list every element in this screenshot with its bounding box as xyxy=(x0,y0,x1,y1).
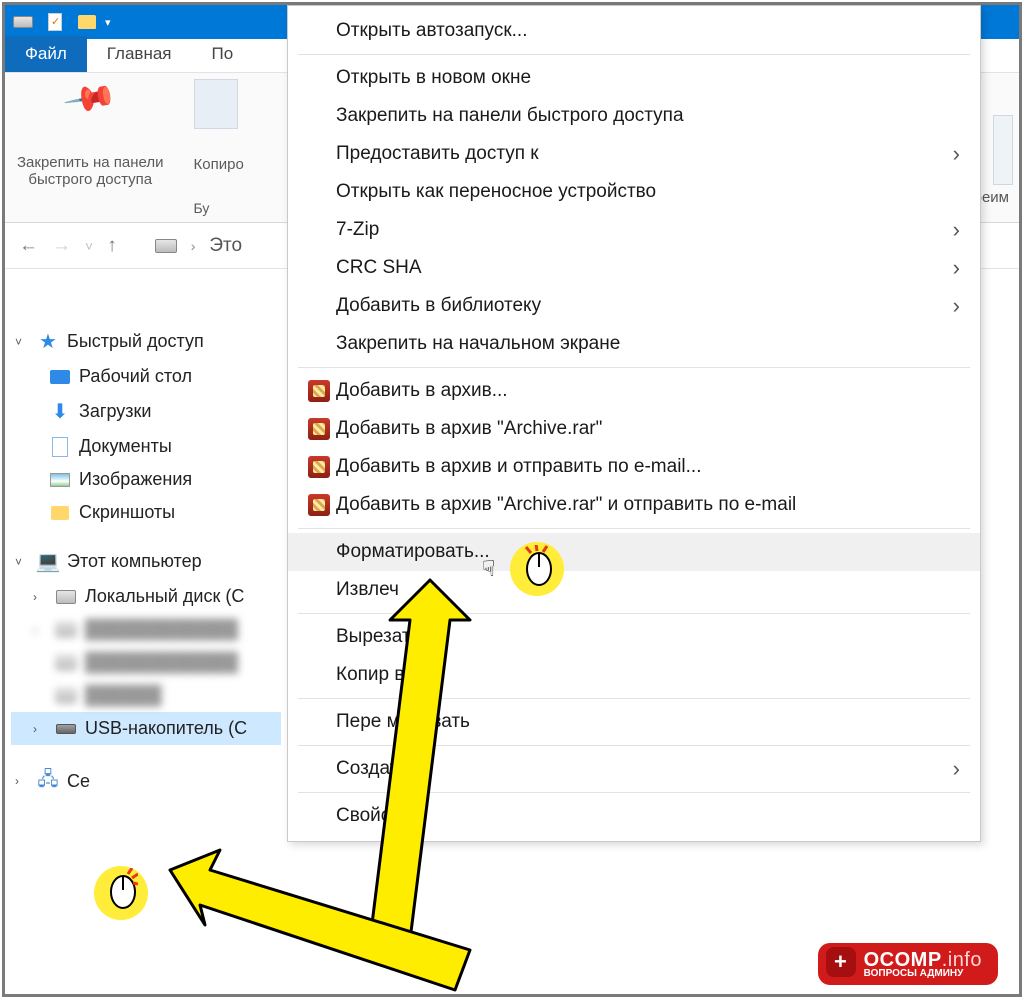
ctx-separator xyxy=(298,54,970,55)
ctx-label: Добавить в архив и отправить по e-mail..… xyxy=(336,456,960,478)
ctx-autorun[interactable]: Открыть автозапуск... xyxy=(288,12,980,50)
nav-back-icon[interactable]: ← xyxy=(19,235,38,257)
breadcrumb-root[interactable]: Это xyxy=(209,235,242,257)
ctx-label: Открыть автозапуск... xyxy=(336,20,960,42)
winrar-icon xyxy=(302,456,336,478)
desktop-icon xyxy=(49,370,71,384)
winrar-icon xyxy=(302,494,336,516)
tree-downloads[interactable]: ⬇ Загрузки xyxy=(11,393,281,430)
nav-history-icon[interactable]: ˅ xyxy=(85,238,93,254)
nav-up-icon[interactable]: ↑ xyxy=(107,235,117,257)
ctx-label: Добавить в архив "Archive.rar" и отправи… xyxy=(336,494,960,516)
tree-pictures[interactable]: Изображения xyxy=(11,463,281,496)
ribbon-pin-label-2: быстрого доступа xyxy=(17,171,164,188)
drive-icon xyxy=(13,13,33,31)
chevron-down-icon[interactable]: ˅ xyxy=(15,335,29,349)
ctx-label: Закрепить на начальном экране xyxy=(336,333,960,355)
ctx-rar-named-email[interactable]: Добавить в архив "Archive.rar" и отправи… xyxy=(288,486,980,524)
document-icon xyxy=(49,437,71,457)
mouse-click-icon xyxy=(524,545,554,587)
tree-label: Быстрый доступ xyxy=(67,331,204,352)
tree-label: Изображения xyxy=(79,469,192,490)
winrar-icon xyxy=(302,418,336,440)
ctx-separator xyxy=(298,367,970,368)
tree-documents[interactable]: Документы xyxy=(11,430,281,463)
mouse-click-icon xyxy=(108,868,138,910)
ctx-label: 7-Zip xyxy=(336,219,953,241)
qat-dropdown-icon[interactable]: ▾ xyxy=(105,16,111,29)
pictures-icon xyxy=(49,473,71,487)
chevron-right-icon[interactable]: › xyxy=(33,722,47,736)
breadcrumb-sep-icon[interactable]: › xyxy=(191,238,196,254)
ctx-rar-add-named[interactable]: Добавить в архив "Archive.rar" xyxy=(288,410,980,448)
folder-icon xyxy=(77,13,97,31)
chevron-right-icon[interactable]: › xyxy=(15,774,29,788)
chevron-right-icon: › xyxy=(953,217,960,243)
ctx-rar-add[interactable]: Добавить в архив... xyxy=(288,372,980,410)
ctx-label: Предоставить доступ к xyxy=(336,143,953,165)
ctx-label: Добавить в архив... xyxy=(336,380,960,402)
ribbon-copy-group[interactable]: Копиро Бу xyxy=(194,79,244,222)
chevron-right-icon: › xyxy=(953,756,960,782)
tree-label: Рабочий стол xyxy=(79,366,192,387)
usb-icon xyxy=(55,724,77,734)
tree-quick-access[interactable]: ˅ ★ Быстрый доступ xyxy=(11,323,281,360)
chevron-right-icon: › xyxy=(953,141,960,167)
nav-forward-icon[interactable]: → xyxy=(52,235,71,257)
plus-icon: + xyxy=(826,947,856,977)
tree-label: Загрузки xyxy=(79,401,151,422)
tree-label: Се xyxy=(67,771,90,792)
ctx-pin-quick[interactable]: Закрепить на панели быстрого доступа xyxy=(288,97,980,135)
ribbon-copy-label: Копиро xyxy=(194,156,244,173)
ctx-label: Открыть как переносное устройство xyxy=(336,181,960,203)
cursor-hand-icon: ☟ xyxy=(482,556,495,582)
ctx-share[interactable]: Предоставить доступ к› xyxy=(288,135,980,173)
disk-icon xyxy=(55,590,77,604)
ctx-7zip[interactable]: 7-Zip› xyxy=(288,211,980,249)
ribbon-pin-label-1: Закрепить на панели xyxy=(17,154,164,171)
ctx-label: Добавить в архив "Archive.rar" xyxy=(336,418,960,440)
chevron-down-icon[interactable]: ˅ xyxy=(15,555,29,569)
ctx-separator xyxy=(298,528,970,529)
tree-screenshots[interactable]: Скриншоты xyxy=(11,496,281,529)
tree-desktop[interactable]: Рабочий стол xyxy=(11,360,281,393)
ctx-new-window[interactable]: Открыть в новом окне xyxy=(288,59,980,97)
network-icon: 🖧 xyxy=(37,765,59,797)
ribbon-pin-group[interactable]: 📌 Закрепить на панели быстрого доступа xyxy=(17,79,164,222)
annotation-arrow xyxy=(150,550,600,1000)
chevron-right-icon[interactable]: › xyxy=(33,590,47,604)
winrar-icon xyxy=(302,380,336,402)
ctx-label: Открыть в новом окне xyxy=(336,67,960,89)
tab-share[interactable]: По xyxy=(192,36,254,72)
ctx-label: Закрепить на панели быстрого доступа xyxy=(336,105,960,127)
ctx-label: CRC SHA xyxy=(336,257,953,279)
breadcrumb-drive-icon xyxy=(155,239,177,253)
ribbon-right-strip xyxy=(993,115,1013,185)
computer-icon: 💻 xyxy=(37,549,59,574)
tab-file[interactable]: Файл xyxy=(5,36,87,72)
ctx-pin-start[interactable]: Закрепить на начальном экране xyxy=(288,325,980,363)
ctx-label: Добавить в библиотеку xyxy=(336,295,953,317)
copy-icon xyxy=(194,79,238,129)
tree-label: Документы xyxy=(79,436,172,457)
ctx-portable[interactable]: Открыть как переносное устройство xyxy=(288,173,980,211)
download-icon: ⬇ xyxy=(49,399,71,424)
ctx-rar-email[interactable]: Добавить в архив и отправить по e-mail..… xyxy=(288,448,980,486)
chevron-right-icon: › xyxy=(953,255,960,281)
watermark: + OCOMP.info ВОПРОСЫ АДМИНУ xyxy=(818,943,998,985)
file-checklist-icon xyxy=(45,13,65,31)
ctx-library[interactable]: Добавить в библиотеку› xyxy=(288,287,980,325)
tree-label: Скриншоты xyxy=(79,502,175,523)
pin-icon: 📌 xyxy=(61,70,119,127)
folder-icon xyxy=(49,506,71,520)
chevron-right-icon: › xyxy=(953,293,960,319)
star-icon: ★ xyxy=(37,329,59,354)
ribbon-clipboard-label: Бу xyxy=(194,200,210,216)
ctx-crc[interactable]: CRC SHA› xyxy=(288,249,980,287)
tab-home[interactable]: Главная xyxy=(87,36,192,72)
